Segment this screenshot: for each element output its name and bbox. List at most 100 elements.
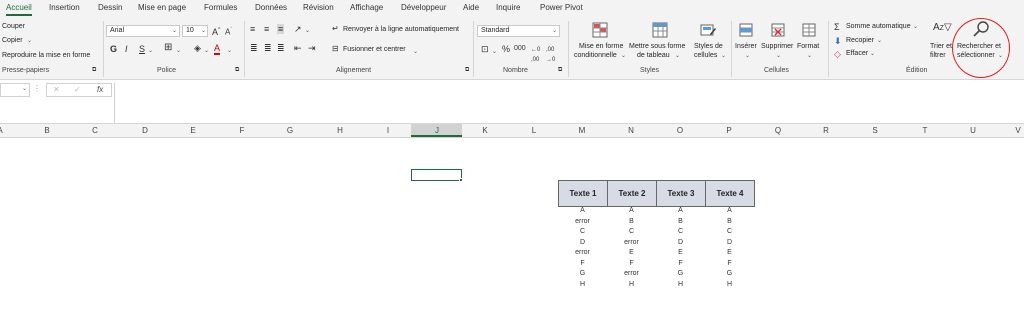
column-header-g[interactable]: G	[280, 126, 300, 135]
number-format-select[interactable]: Standard ⌄	[477, 25, 560, 37]
chevron-down-icon[interactable]: ⌄	[870, 50, 875, 57]
chevron-down-icon[interactable]: ⌄	[807, 52, 812, 59]
autosum-icon[interactable]: Σ	[834, 22, 840, 32]
increase-indent-icon[interactable]: ⇥	[308, 43, 316, 53]
align-bottom-icon[interactable]: ≡	[277, 24, 285, 34]
grow-font-icon[interactable]: A^	[212, 25, 220, 37]
bold-button[interactable]: G	[110, 44, 117, 54]
fill-button[interactable]: Recopier	[846, 37, 874, 44]
tab-mise-en-page[interactable]: Mise en page	[138, 3, 186, 12]
tab-donnees[interactable]: Données	[255, 3, 287, 12]
table-cell[interactable]: E	[705, 248, 754, 259]
column-header-i[interactable]: I	[378, 126, 398, 135]
tab-aide[interactable]: Aide	[463, 3, 479, 12]
table-cell[interactable]: error	[558, 217, 607, 228]
chevron-down-icon[interactable]: ⌄	[621, 52, 626, 59]
fill-color-icon[interactable]: ◈	[194, 43, 201, 53]
cell-styles-label-2[interactable]: cellules	[694, 52, 717, 59]
chevron-down-icon[interactable]: ⌄	[675, 52, 680, 59]
column-header-l[interactable]: L	[524, 126, 544, 135]
column-header-d[interactable]: D	[135, 126, 155, 135]
cancel-icon[interactable]: ✕	[53, 85, 60, 94]
sort-filter-label-2[interactable]: filtrer	[930, 52, 946, 59]
alignment-launcher-icon[interactable]: ⧉	[465, 67, 469, 74]
insert-function-button[interactable]: fx	[97, 85, 103, 94]
table-cell[interactable]: G	[558, 269, 607, 280]
tab-dessin[interactable]: Dessin	[98, 3, 122, 12]
chevron-down-icon[interactable]: ⌄	[745, 52, 750, 59]
delete-cells-button[interactable]: Supprimer	[761, 43, 793, 50]
format-as-table-label-2[interactable]: de tableau	[637, 52, 670, 59]
worksheet[interactable]: Texte 1 Texte 2 Texte 3 Texte 4 Aerror C D…	[0, 138, 1024, 324]
table-cell[interactable]: G	[656, 269, 705, 280]
cell-styles-icon[interactable]	[700, 22, 716, 38]
table-cell[interactable]: error	[558, 248, 607, 259]
column-header-c[interactable]: C	[85, 126, 105, 135]
format-cells-icon[interactable]	[801, 22, 817, 38]
insert-cells-button[interactable]: Insérer	[735, 43, 757, 50]
sort-filter-icon[interactable]: AZ▽	[933, 23, 952, 34]
table-header-cell[interactable]: Texte 2	[607, 180, 657, 207]
tab-formules[interactable]: Formules	[204, 3, 237, 12]
table-cell[interactable]: E	[656, 248, 705, 259]
tab-accueil[interactable]: Accueil	[6, 3, 32, 16]
table-cell[interactable]: D	[558, 238, 607, 249]
conditional-format-label-2[interactable]: conditionnelle	[574, 52, 617, 59]
column-header-t[interactable]: T	[915, 126, 935, 135]
column-header-s[interactable]: S	[865, 126, 885, 135]
cell-styles-label[interactable]: Styles de	[694, 43, 723, 50]
column-header-p[interactable]: P	[719, 126, 739, 135]
merge-icon[interactable]: ⊟	[332, 44, 339, 54]
table-cell[interactable]: D	[656, 238, 705, 249]
formula-input[interactable]	[114, 83, 1024, 123]
orientation-icon[interactable]: ↗	[294, 24, 302, 34]
tab-power-pivot[interactable]: Power Pivot	[540, 3, 583, 12]
table-cell[interactable]: C	[656, 227, 705, 238]
comma-style-icon[interactable]: 000	[514, 44, 526, 54]
table-cell[interactable]: C	[607, 227, 656, 238]
conditional-format-label[interactable]: Mise en forme	[579, 43, 623, 50]
merge-center-button[interactable]: Fusionner et centrer	[343, 46, 406, 53]
italic-button[interactable]: I	[125, 44, 128, 54]
chevron-down-icon[interactable]: ⌄	[227, 46, 232, 56]
column-header-h[interactable]: H	[330, 126, 350, 135]
table-cell[interactable]: H	[705, 280, 754, 291]
format-as-table-label[interactable]: Mettre sous forme	[629, 43, 685, 50]
chevron-down-icon[interactable]: ⌄	[776, 52, 781, 59]
chevron-down-icon[interactable]: ⌄	[148, 46, 153, 56]
tab-affichage[interactable]: Affichage	[350, 3, 383, 12]
table-cell[interactable]: H	[656, 280, 705, 291]
chevron-down-icon[interactable]: ⌄	[413, 47, 418, 57]
align-center-icon[interactable]: ≣	[264, 43, 272, 53]
column-header-u[interactable]: U	[963, 126, 983, 135]
table-header-cell[interactable]: Texte 3	[656, 180, 706, 207]
font-color-icon[interactable]: A	[214, 43, 221, 55]
table-cell[interactable]: F	[656, 259, 705, 270]
font-launcher-icon[interactable]: ⧉	[235, 67, 239, 74]
wrap-text-button[interactable]: Renvoyer à la ligne automatiquement	[343, 26, 459, 33]
insert-cells-icon[interactable]	[738, 22, 754, 38]
column-header-b[interactable]: B	[37, 126, 57, 135]
format-as-table-icon[interactable]	[652, 22, 668, 38]
clipboard-launcher-icon[interactable]: ⧉	[92, 67, 96, 74]
cut-button[interactable]: Couper	[2, 23, 25, 30]
chevron-down-icon[interactable]: ⌄	[22, 85, 27, 92]
table-cell[interactable]: B	[705, 217, 754, 228]
align-top-icon[interactable]: ≡	[250, 24, 255, 34]
copy-button[interactable]: Copier	[2, 37, 23, 44]
column-header-o[interactable]: O	[670, 126, 690, 135]
shrink-font-icon[interactable]: Aˇ	[225, 25, 232, 38]
decrease-indent-icon[interactable]: ⇤	[294, 43, 302, 53]
copy-chevron-icon[interactable]: ⌄	[27, 37, 32, 44]
table-cell[interactable]: error	[607, 238, 656, 249]
number-launcher-icon[interactable]: ⧉	[558, 67, 562, 74]
table-header-cell[interactable]: Texte 4	[705, 180, 755, 207]
name-box[interactable]: ⌄	[0, 83, 30, 97]
percent-icon[interactable]: %	[502, 44, 510, 54]
autosum-button[interactable]: Somme automatique	[846, 23, 911, 30]
table-cell[interactable]: C	[558, 227, 607, 238]
column-header-f[interactable]: F	[232, 126, 252, 135]
format-cells-button[interactable]: Format	[797, 43, 819, 50]
chevron-down-icon[interactable]: ⌄	[204, 46, 209, 56]
fill-handle[interactable]	[459, 178, 463, 182]
